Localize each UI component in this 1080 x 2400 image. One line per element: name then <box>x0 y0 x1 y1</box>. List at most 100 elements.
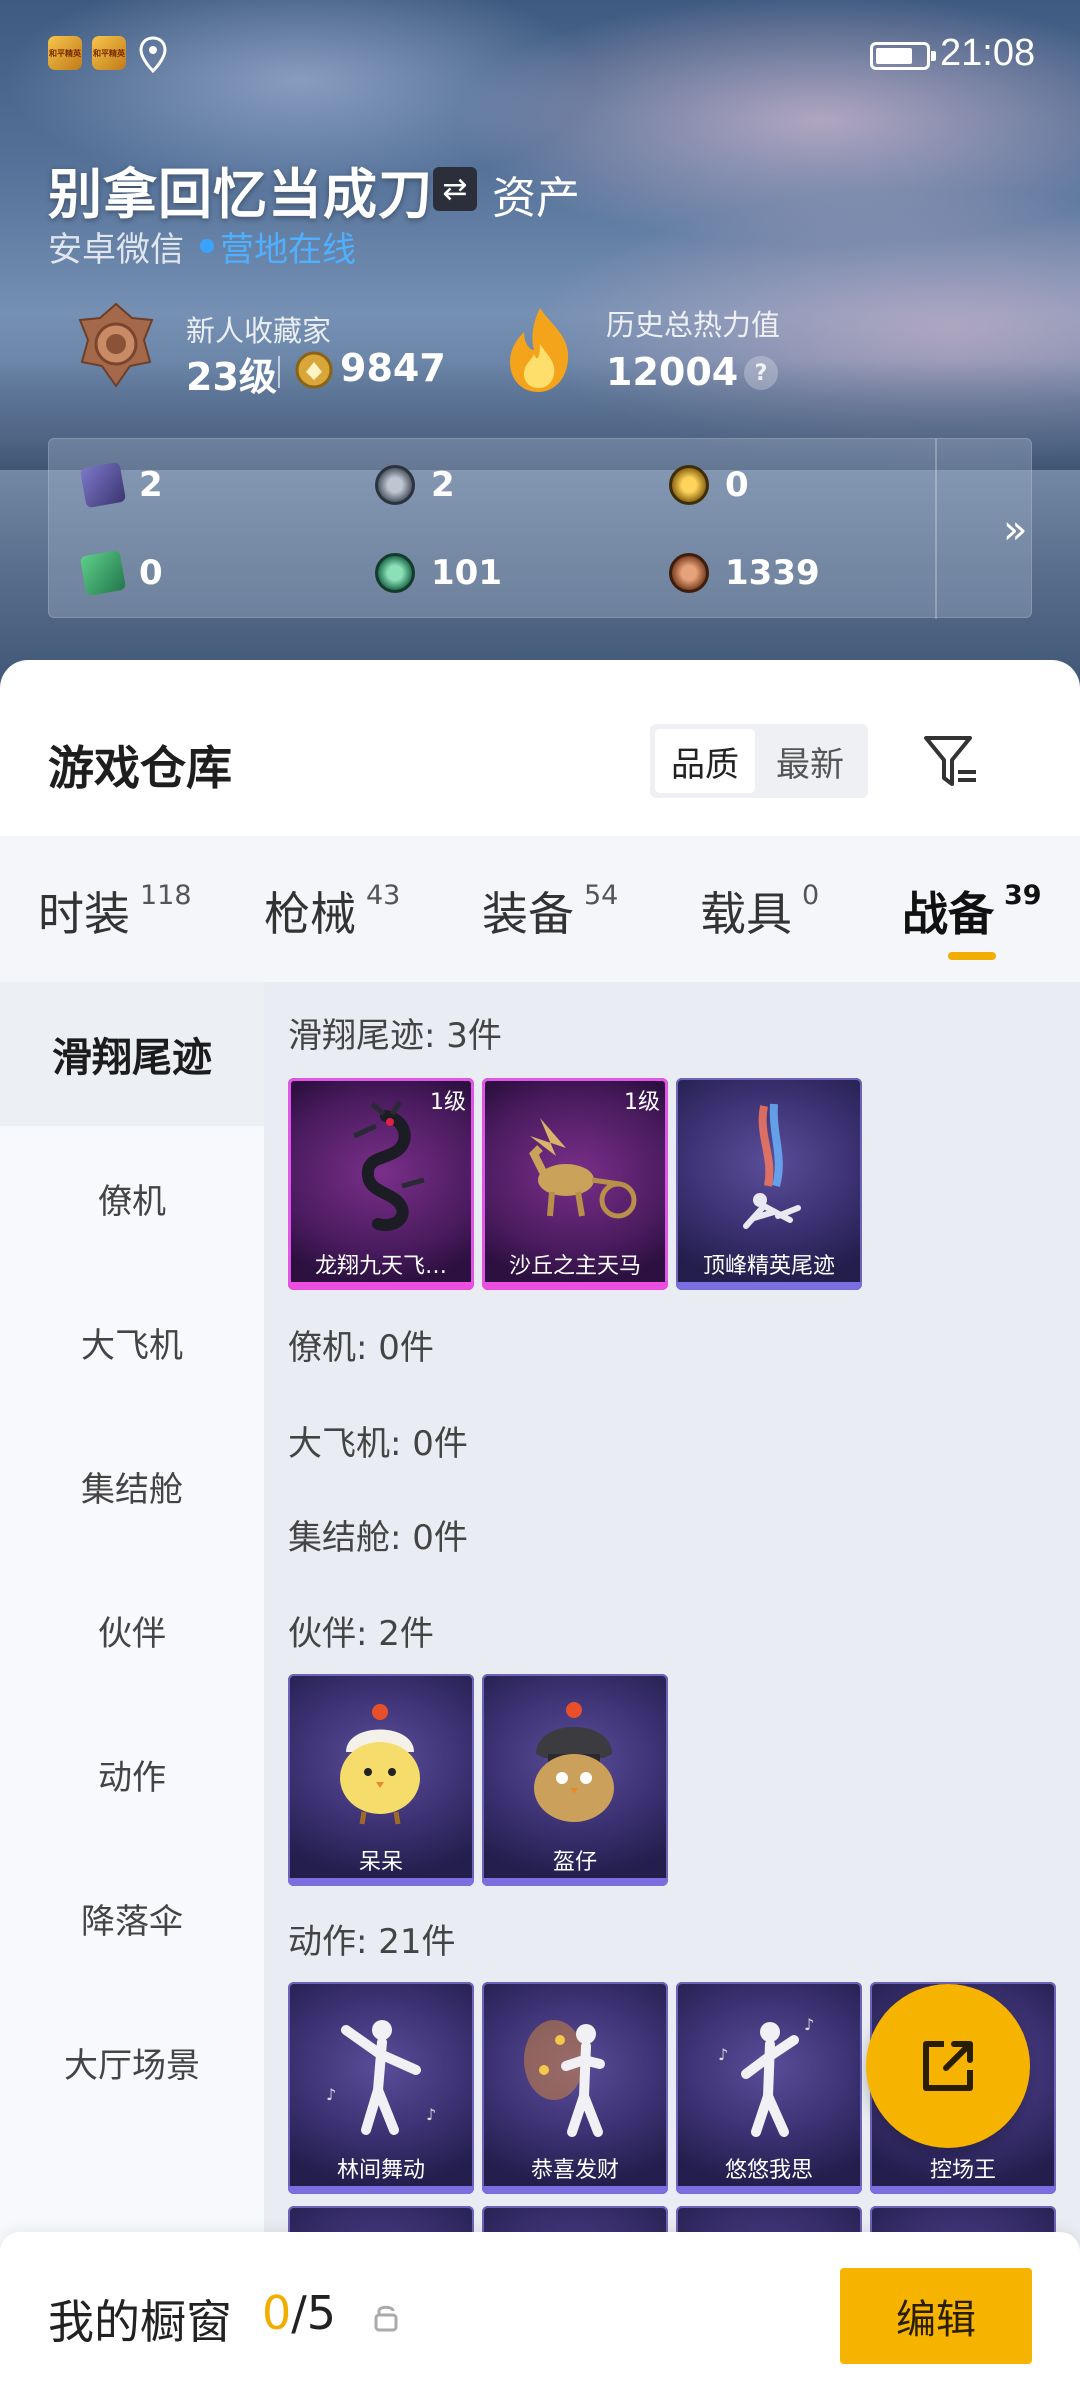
item-name: 控场王 <box>929 2158 996 2183</box>
sidebar-item-lobby-scene[interactable]: 大厅场景 <box>0 1990 264 2134</box>
profile-header: 和平精英 和平精英 21:08 别拿回忆当成刀 ⇄ 资产 安卓微信 营地在线 新… <box>0 0 1080 700</box>
status-bar: 和平精英 和平精英 21:08 <box>0 0 1080 110</box>
yoyo-pose-icon: ♪♪ <box>718 2015 814 2137</box>
item-list: 滑翔尾迹: 3件 1级 龙翔九天飞… 1级 沙丘之主天马 顶峰精英尾迹 僚机: … <box>264 982 1080 2400</box>
item-name: 林间舞动 <box>336 2158 425 2183</box>
section-title-emote: 动作: 21件 <box>288 1922 456 1962</box>
item-name: 盔仔 <box>552 1850 597 1875</box>
showcase-count: 0/5 <box>262 2286 337 2340</box>
rarity-bar <box>482 1878 668 1886</box>
item-card[interactable]: 顶峰精英尾迹 <box>676 1078 862 1290</box>
dragon-icon <box>352 1100 425 1231</box>
clock: 21:08 <box>940 32 1036 74</box>
item-card[interactable]: 呆呆 <box>288 1674 474 1886</box>
sidebar-item-partner[interactable]: 伙伴 <box>0 1558 264 1702</box>
showcase-title: 我的橱窗 <box>48 2295 232 2349</box>
rarity-bar <box>482 1282 668 1290</box>
item-name: 顶峰精英尾迹 <box>702 1254 835 1279</box>
item-name: 呆呆 <box>358 1850 403 1875</box>
sidebar-item-parachute[interactable]: 降落伞 <box>0 1846 264 1990</box>
item-card[interactable]: 1级 沙丘之主天马 <box>482 1078 668 1290</box>
rarity-bar <box>288 1878 474 1886</box>
share-icon <box>923 2041 973 2091</box>
svg-text:♪: ♪ <box>426 2105 436 2124</box>
sidebar-item-glide-trail[interactable]: 滑翔尾迹 <box>0 982 264 1126</box>
pegasus-chariot-icon <box>529 1118 637 1219</box>
tab-outfits[interactable]: 时装 118 <box>38 878 192 944</box>
item-card[interactable]: 1级 龙翔九天飞… <box>288 1078 474 1290</box>
fortune-pose-icon <box>524 2020 605 2137</box>
tab-vehicles[interactable]: 载具 0 <box>700 878 819 944</box>
sidebar-item-wingman[interactable]: 僚机 <box>0 1126 264 1270</box>
online-status-dot <box>200 239 214 253</box>
item-name: 龙翔九天飞… <box>314 1254 447 1279</box>
divider <box>278 356 280 388</box>
heat-title: 历史总热力值 <box>606 308 781 342</box>
silver-coin-icon <box>375 465 415 505</box>
item-level: 1级 <box>624 1090 660 1115</box>
lock-icon <box>374 2305 398 2332</box>
active-tab-indicator <box>948 952 996 960</box>
rarity-bar <box>676 1282 862 1290</box>
item-card[interactable]: ♪ ♪ 悠悠我思 <box>676 1982 862 2194</box>
green-coin-icon <box>375 553 415 593</box>
currency-item: 2 <box>375 465 455 505</box>
currency-panel[interactable]: 2 2 0 0 101 1339 » <box>48 438 1032 619</box>
svg-text:♪: ♪ <box>718 2045 728 2064</box>
dance-pose-icon: ♪♪ <box>326 2020 436 2135</box>
sidebar-item-plane[interactable]: 大飞机 <box>0 1270 264 1414</box>
helmet-chick-icon <box>534 1702 614 1822</box>
collection-points-icon <box>295 351 333 389</box>
category-tabs: 时装 118 枪械 43 装备 54 载具 0 战备 39 <box>0 836 1080 982</box>
tab-equipment[interactable]: 装备 54 <box>482 878 618 944</box>
section-title-plane: 大飞机: 0件 <box>288 1424 468 1464</box>
rarity-bar <box>288 2186 474 2194</box>
item-name: 沙丘之主天马 <box>508 1254 641 1279</box>
location-icon <box>139 36 167 74</box>
chick-icon <box>340 1704 420 1825</box>
section-title-glide: 滑翔尾迹: 3件 <box>288 1016 502 1056</box>
gold-coin-icon <box>669 465 709 505</box>
collector-title: 新人收藏家 <box>186 314 332 348</box>
tab-readiness[interactable]: 战备 39 <box>902 878 1042 944</box>
currency-item: 0 <box>79 549 163 597</box>
online-status: 营地在线 <box>220 230 356 270</box>
rarity-bar <box>482 2186 668 2194</box>
item-card[interactable]: ♪ ♪ 林间舞动 <box>288 1982 474 2194</box>
section-title-wingman: 僚机: 0件 <box>288 1328 434 1368</box>
item-name: 恭喜发财 <box>530 2158 619 2183</box>
sort-quality-button[interactable]: 品质 <box>655 729 755 793</box>
currency-item: 101 <box>375 553 502 593</box>
purple-card-icon <box>79 461 127 509</box>
svg-text:♪: ♪ <box>326 2085 336 2104</box>
app-notification-icon: 和平精英 <box>92 36 126 70</box>
currency-item: 2 <box>79 461 163 509</box>
item-card[interactable]: 盔仔 <box>482 1674 668 1886</box>
switch-account-icon[interactable]: ⇄ <box>433 167 477 211</box>
bronze-coin-icon <box>669 553 709 593</box>
item-level: 1级 <box>430 1090 466 1115</box>
heat-value: 12004 <box>606 350 739 394</box>
green-card-icon <box>79 549 127 597</box>
edit-button[interactable]: 编辑 <box>840 2268 1032 2364</box>
battery-icon <box>870 42 936 70</box>
item-name: 悠悠我思 <box>724 2158 813 2183</box>
item-card[interactable]: 恭喜发财 <box>482 1982 668 2194</box>
sort-toggle: 品质 最新 <box>650 724 868 798</box>
warehouse-title: 游戏仓库 <box>48 741 232 795</box>
player-name[interactable]: 别拿回忆当成刀 <box>48 150 433 229</box>
sidebar-item-emote[interactable]: 动作 <box>0 1702 264 1846</box>
sort-latest-button[interactable]: 最新 <box>760 729 860 793</box>
tab-guns[interactable]: 枪械 43 <box>264 878 400 944</box>
subcategory-sidebar: 滑翔尾迹 僚机 大飞机 集结舱 伙伴 动作 降落伞 大厅场景 <box>0 982 264 2400</box>
collector-medal-icon[interactable] <box>74 300 158 390</box>
expand-chevron-icon[interactable]: » <box>1003 507 1027 553</box>
share-button[interactable] <box>866 1984 1030 2148</box>
currency-item: 1339 <box>669 553 820 593</box>
rarity-bar <box>870 2186 1056 2194</box>
filter-icon[interactable] <box>920 730 984 794</box>
section-title-capsule: 集结舱: 0件 <box>288 1518 468 1558</box>
help-icon[interactable]: ? <box>744 356 778 390</box>
sidebar-item-capsule[interactable]: 集结舱 <box>0 1414 264 1558</box>
collector-level: 23级 <box>186 355 277 399</box>
